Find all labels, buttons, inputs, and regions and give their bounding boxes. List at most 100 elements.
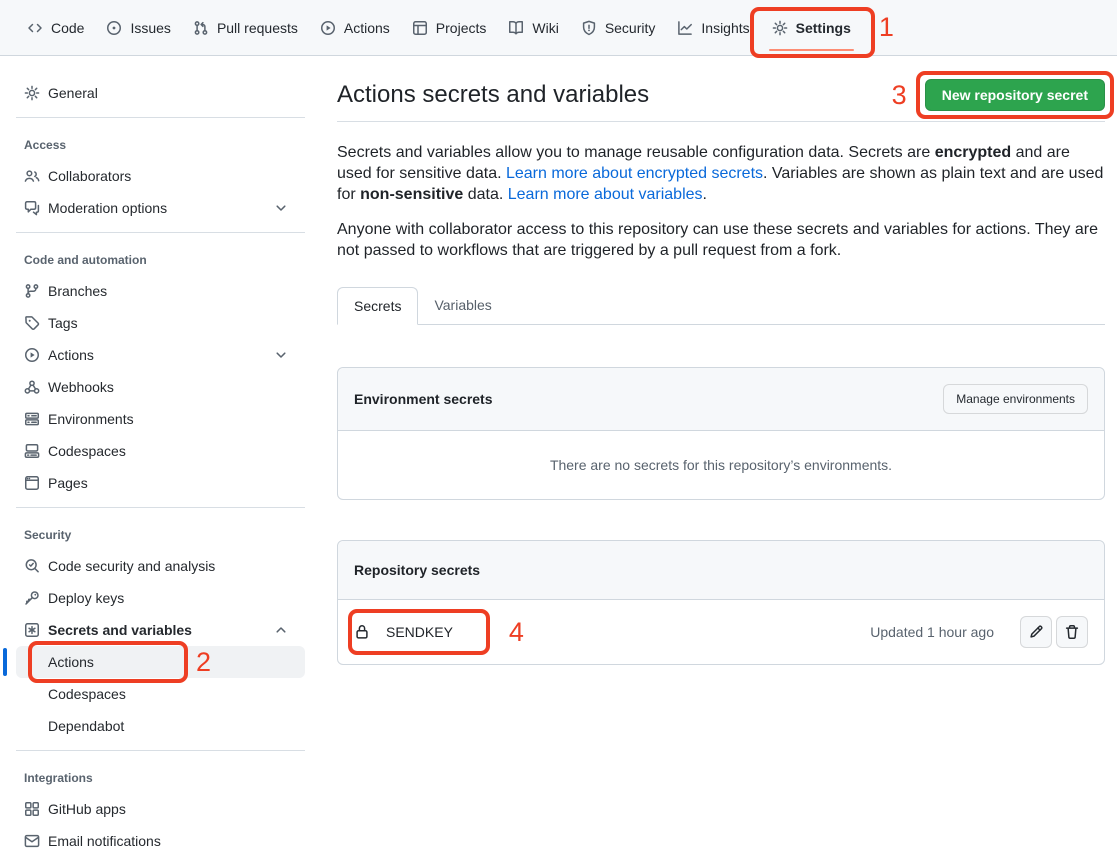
tab-label: Projects <box>436 20 487 36</box>
tab-issues[interactable]: Issues <box>95 0 181 55</box>
sidebar-item-deploy-keys[interactable]: Deploy keys <box>16 582 305 614</box>
trash-icon <box>1064 624 1080 640</box>
repository-secrets-title: Repository secrets <box>354 561 480 579</box>
comment-discussion-icon <box>24 200 40 216</box>
repo-tab-nav: Code Issues Pull requests Actions Projec… <box>0 0 1117 56</box>
key-icon <box>24 590 40 606</box>
secret-row: SENDKEY 4 Updated 1 hour ago <box>338 600 1104 664</box>
learn-more-encrypted-secrets-link[interactable]: Learn more about encrypted secrets <box>506 165 763 182</box>
tab-insights[interactable]: Insights <box>666 0 760 55</box>
repository-secrets-card: Repository secrets SENDKEY 4 Updated 1 h… <box>337 540 1105 665</box>
intro-paragraph-2: Anyone with collaborator access to this … <box>337 219 1105 261</box>
edit-secret-button[interactable] <box>1020 616 1052 648</box>
sidebar-item-moderation-options[interactable]: Moderation options <box>16 192 305 224</box>
sidebar-item-label: Email notifications <box>48 833 161 849</box>
gear-icon <box>24 85 40 101</box>
chevron-down-icon <box>273 200 289 216</box>
git-branch-icon <box>24 283 40 299</box>
sidebar-item-pages[interactable]: Pages <box>16 467 305 499</box>
sidebar-item-secrets-and-variables[interactable]: Secrets and variables <box>16 614 305 646</box>
sidebar-item-label: Deploy keys <box>48 590 124 606</box>
codespaces-icon <box>24 443 40 459</box>
sidebar-item-collaborators[interactable]: Collaborators <box>16 160 305 192</box>
tab-secrets[interactable]: Secrets <box>337 287 418 325</box>
sidebar-item-label: Pages <box>48 475 88 491</box>
tab-settings[interactable]: Settings <box>761 0 862 55</box>
intro-text: . <box>703 186 707 203</box>
sidebar-item-label: Actions <box>48 347 94 363</box>
sidebar-item-label: General <box>48 85 98 101</box>
tab-label: Code <box>51 20 84 36</box>
secret-name: SENDKEY <box>386 624 453 640</box>
intro-text: Secrets and variables allow you to manag… <box>337 144 935 161</box>
learn-more-variables-link[interactable]: Learn more about variables <box>508 186 703 203</box>
sidebar-section-access: Access <box>16 126 305 160</box>
secret-updated-timestamp: Updated 1 hour ago <box>870 624 994 640</box>
key-asterisk-icon <box>24 622 40 638</box>
sidebar-item-label: Codespaces <box>48 686 126 702</box>
environment-secrets-empty-text: There are no secrets for this repository… <box>338 431 1104 499</box>
manage-environments-button[interactable]: Manage environments <box>943 384 1088 414</box>
codescan-icon <box>24 558 40 574</box>
git-pull-request-icon <box>193 20 209 36</box>
book-icon <box>508 20 524 36</box>
annotation-number-3: 3 <box>892 82 907 109</box>
tab-projects[interactable]: Projects <box>401 0 498 55</box>
tab-code[interactable]: Code <box>16 0 95 55</box>
annotation-number-1: 1 <box>879 14 894 41</box>
sidebar-item-branches[interactable]: Branches <box>16 275 305 307</box>
page-title: Actions secrets and variables <box>337 79 649 111</box>
sidebar-item-tags[interactable]: Tags <box>16 307 305 339</box>
sidebar-divider <box>16 507 305 508</box>
sidebar-divider <box>16 232 305 233</box>
sidebar-item-label: Branches <box>48 283 107 299</box>
sidebar-subitem-dependabot[interactable]: Dependabot <box>16 710 305 742</box>
sidebar-item-general[interactable]: General <box>16 77 305 109</box>
sidebar-item-actions[interactable]: Actions <box>16 339 305 371</box>
sidebar-item-codespaces[interactable]: Codespaces <box>16 435 305 467</box>
github-repo-settings-page: Code Issues Pull requests Actions Projec… <box>0 0 1117 867</box>
sidebar-item-environments[interactable]: Environments <box>16 403 305 435</box>
browser-icon <box>24 475 40 491</box>
sidebar-section-integrations: Integrations <box>16 759 305 793</box>
play-icon <box>24 347 40 363</box>
sidebar-item-label: Collaborators <box>48 168 131 184</box>
play-icon <box>320 20 336 36</box>
apps-icon <box>24 801 40 817</box>
sidebar-item-label: Code security and analysis <box>48 558 215 574</box>
tab-actions[interactable]: Actions <box>309 0 401 55</box>
delete-secret-button[interactable] <box>1056 616 1088 648</box>
sidebar-divider <box>16 750 305 751</box>
intro-bold: non-sensitive <box>360 186 463 203</box>
secrets-variables-tabnav: Secrets Variables <box>337 287 1105 325</box>
sidebar-item-github-apps[interactable]: GitHub apps <box>16 793 305 825</box>
people-icon <box>24 168 40 184</box>
secret-entry: SENDKEY <box>354 616 453 648</box>
sidebar-subitem-codespaces[interactable]: Codespaces <box>16 678 305 710</box>
sidebar-item-label: Actions <box>48 654 94 670</box>
sidebar-item-label: Moderation options <box>48 200 167 216</box>
tab-variables[interactable]: Variables <box>418 287 507 324</box>
sidebar-item-label: Environments <box>48 411 134 427</box>
tab-label: Security <box>605 20 656 36</box>
tab-label: Settings <box>796 20 851 36</box>
tab-label: Issues <box>130 20 170 36</box>
sidebar-item-webhooks[interactable]: Webhooks <box>16 371 305 403</box>
lock-icon <box>354 624 370 640</box>
tab-label: Insights <box>701 20 749 36</box>
intro-bold: encrypted <box>935 144 1011 161</box>
sidebar-item-label: Dependabot <box>48 718 124 734</box>
environment-secrets-card: Environment secrets Manage environments … <box>337 367 1105 500</box>
tab-wiki[interactable]: Wiki <box>497 0 569 55</box>
sidebar-item-email-notifications[interactable]: Email notifications <box>16 825 305 857</box>
tab-label: Wiki <box>532 20 558 36</box>
pencil-icon <box>1028 624 1044 640</box>
tab-pull-requests[interactable]: Pull requests <box>182 0 309 55</box>
sidebar-subitem-actions-selected[interactable]: Actions 2 <box>16 646 305 678</box>
server-icon <box>24 411 40 427</box>
new-repository-secret-button[interactable]: New repository secret <box>925 79 1105 111</box>
sidebar-section-security: Security <box>16 516 305 550</box>
sidebar-item-code-security[interactable]: Code security and analysis <box>16 550 305 582</box>
tab-security[interactable]: Security <box>570 0 667 55</box>
sidebar-item-label: Webhooks <box>48 379 114 395</box>
